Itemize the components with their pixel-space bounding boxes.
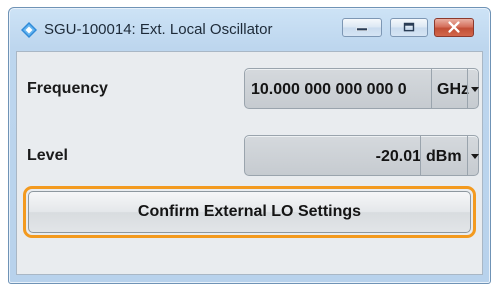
maximize-icon xyxy=(403,22,415,32)
level-field[interactable]: -20.01 dBm xyxy=(244,135,479,176)
frequency-unit[interactable]: GHz xyxy=(437,81,469,99)
frequency-field[interactable]: 10.000 000 000 000 0 GHz xyxy=(244,68,479,109)
close-button[interactable] xyxy=(434,18,474,37)
window-title: SGU-100014: Ext. Local Oscillator xyxy=(44,21,273,38)
minimize-icon xyxy=(356,27,368,31)
minimize-button[interactable] xyxy=(342,18,382,37)
confirm-external-lo-settings-button[interactable]: Confirm External LO Settings xyxy=(28,191,471,233)
rs-diamond-icon xyxy=(21,22,37,38)
close-icon xyxy=(448,21,460,33)
frequency-label: Frequency xyxy=(27,80,108,97)
dialog-body: Frequency 10.000 000 000 000 0 GHz Level… xyxy=(16,51,483,275)
title-bar[interactable]: SGU-100014: Ext. Local Oscillator xyxy=(9,8,490,52)
dialog-window: SGU-100014: Ext. Local Oscillator Freque… xyxy=(8,7,491,284)
level-label: Level xyxy=(27,147,68,164)
chevron-down-icon[interactable] xyxy=(471,87,479,92)
level-value: -20.01 xyxy=(375,148,421,165)
chevron-down-icon[interactable] xyxy=(471,154,479,159)
focus-outline: Confirm External LO Settings xyxy=(23,186,476,238)
maximize-button[interactable] xyxy=(390,18,428,37)
level-unit[interactable]: dBm xyxy=(426,148,462,166)
frequency-value: 10.000 000 000 000 0 xyxy=(251,81,407,98)
